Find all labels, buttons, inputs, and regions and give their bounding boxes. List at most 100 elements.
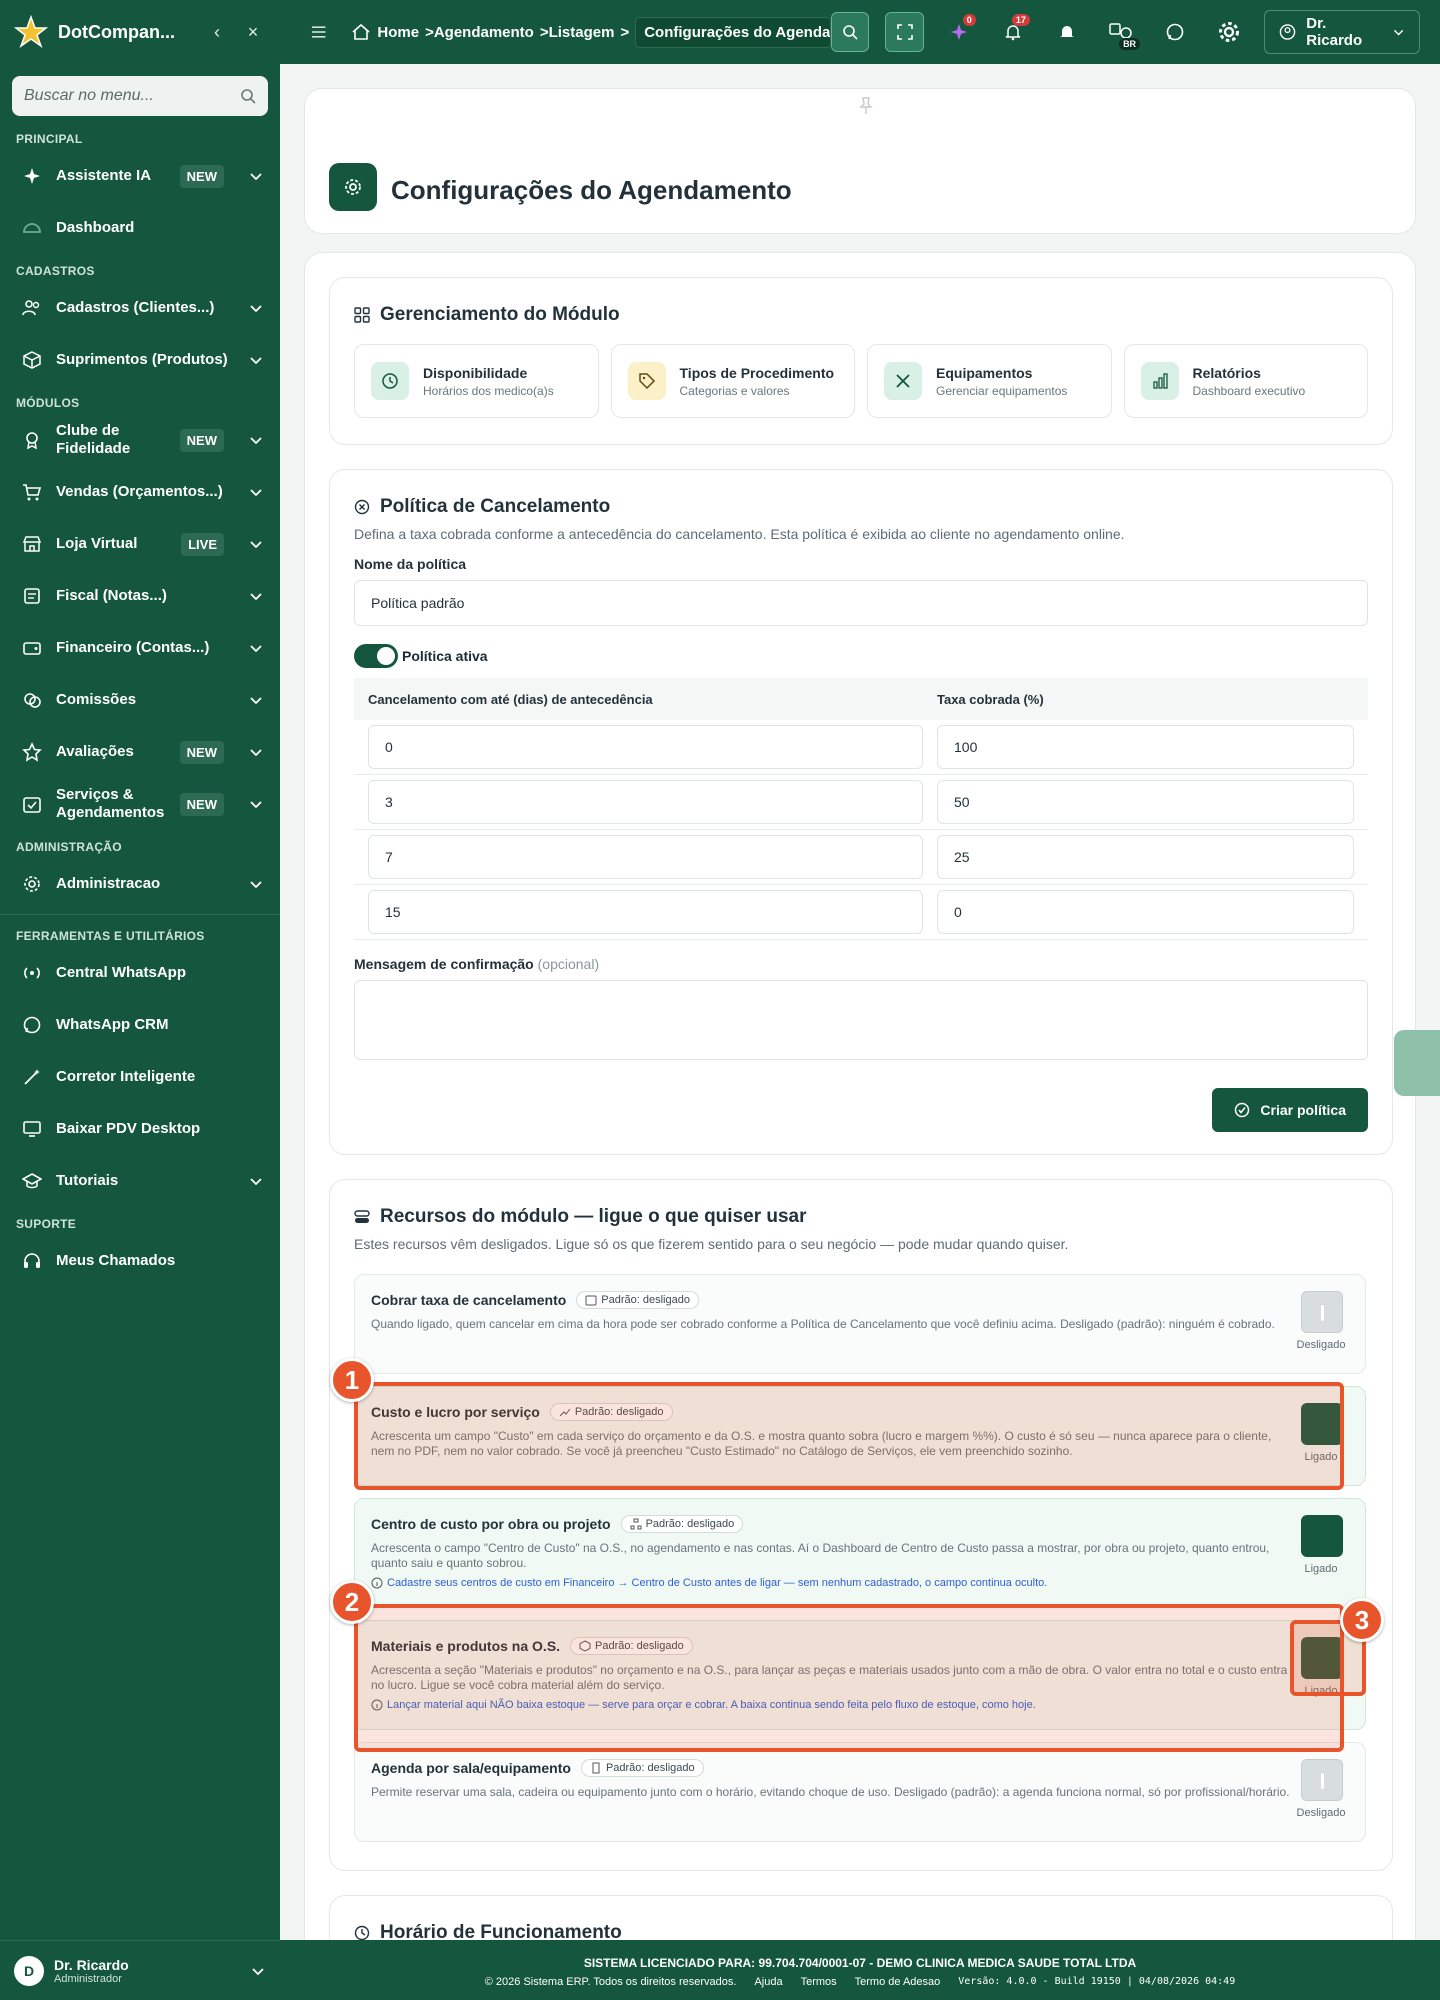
sidebar-item-label: Assistente IA xyxy=(56,167,152,184)
chevron-down-icon xyxy=(250,749,262,757)
sidebar-search-input[interactable]: Buscar no menu... xyxy=(12,76,268,116)
feature-centro-custo: Centro de custo por obra ou projeto Padr… xyxy=(354,1498,1366,1608)
default-pill-text: Padrão: desligado xyxy=(595,1640,684,1652)
footer-link-termo-adesao[interactable]: Termo de Adesao xyxy=(855,1976,941,1988)
footer-link-termos[interactable]: Termos xyxy=(801,1976,837,1988)
fee-input[interactable]: 25 xyxy=(937,835,1354,879)
sidebar-item-fiscal[interactable]: Fiscal (Notas...) xyxy=(0,570,280,622)
days-input[interactable]: 15 xyxy=(368,890,923,934)
alerts-button[interactable] xyxy=(1048,12,1086,52)
section-administracao: ADMINISTRAÇÃO xyxy=(16,840,122,854)
module-card-title: Tipos de Procedimento xyxy=(679,364,835,381)
home-icon[interactable] xyxy=(351,22,371,42)
fee-input[interactable]: 0 xyxy=(937,890,1354,934)
whatsapp-button[interactable] xyxy=(1156,12,1194,52)
sidebar-item-comissoes[interactable]: Comissões xyxy=(0,674,280,726)
notifications-button[interactable]: 17 xyxy=(994,12,1032,52)
module-card-equipamentos[interactable]: Equipamentos Gerenciar equipamentos xyxy=(867,344,1112,418)
whatsapp-icon xyxy=(23,1016,41,1034)
gear-icon xyxy=(24,876,40,892)
sidebar-item-tutoriais[interactable]: Tutoriais xyxy=(0,1155,280,1207)
default-pill-text: Padrão: desligado xyxy=(601,1294,690,1306)
days-input[interactable]: 7 xyxy=(368,835,923,879)
confirmation-message-input[interactable] xyxy=(354,980,1368,1060)
sidebar-user-menu[interactable]: D Dr. Ricardo Administrador xyxy=(0,1940,280,2000)
policy-name-input[interactable]: Política padrão xyxy=(354,580,1368,626)
star-icon xyxy=(22,742,42,762)
feature-title: Centro de custo por obra ou projeto xyxy=(371,1516,611,1532)
sidebar-item-suprimentos[interactable]: Suprimentos (Produtos) xyxy=(0,334,280,386)
cancellation-policy-subtitle: Defina a taxa cobrada conforme a anteced… xyxy=(354,526,1125,542)
side-drawer-tab[interactable] xyxy=(1394,1030,1440,1096)
coins-icon xyxy=(24,693,41,708)
desktop-download-icon xyxy=(23,1121,41,1137)
sidebar-item-label: Administracao xyxy=(56,875,161,892)
sidebar-item-financeiro[interactable]: Financeiro (Contas...) xyxy=(0,622,280,674)
version-info: Versão: 4.0.0 - Build 19150 | 04/08/2026… xyxy=(958,1976,1236,1987)
footer-links: © 2026 Sistema ERP. Todos os direitos re… xyxy=(280,1976,1440,1988)
sidebar-item-central-whatsapp[interactable]: Central WhatsApp xyxy=(0,947,280,999)
policy-active-toggle[interactable] xyxy=(354,644,398,668)
fee-input[interactable]: 50 xyxy=(937,780,1354,824)
sidebar-item-loja[interactable]: Loja Virtual LIVE xyxy=(0,518,280,570)
breadcrumb-home[interactable]: Home xyxy=(377,24,419,41)
settings-button[interactable] xyxy=(1210,12,1248,52)
sidebar-item-assistente[interactable]: Assistente IA NEW xyxy=(0,150,280,202)
optional-hint: (opcional) xyxy=(537,956,600,972)
days-input[interactable]: 0 xyxy=(368,725,923,769)
chevron-down-icon xyxy=(250,541,262,549)
days-input[interactable]: 3 xyxy=(368,780,923,824)
feature-note-text[interactable]: Cadastre seus centros de custo em Financ… xyxy=(387,1577,1047,1589)
feature-toggle[interactable] xyxy=(1301,1515,1343,1557)
breadcrumb-agendamento[interactable]: >Agendamento xyxy=(425,24,534,41)
sidebar-item-whatsapp-crm[interactable]: WhatsApp CRM xyxy=(0,999,280,1051)
default-pill: Padrão: desligado xyxy=(580,1759,704,1777)
module-card-relatorios[interactable]: Relatórios Dashboard executivo xyxy=(1123,344,1368,418)
sidebar-item-vendas[interactable]: Vendas (Orçamentos...) xyxy=(0,466,280,518)
pin-icon[interactable] xyxy=(855,95,877,117)
ai-button[interactable]: 0 xyxy=(940,12,978,52)
feature-toggle[interactable] xyxy=(1301,1403,1343,1445)
create-policy-button[interactable]: Criar política xyxy=(1212,1088,1368,1132)
menu-icon[interactable] xyxy=(310,24,327,40)
module-card-tipos[interactable]: Tipos de Procedimento Categorias e valore… xyxy=(610,344,855,418)
sidebar-item-pdv[interactable]: Baixar PDV Desktop xyxy=(0,1103,280,1155)
sidebar-item-clube[interactable]: Clube de Fidelidade NEW xyxy=(0,414,280,466)
breadcrumb-separator: > xyxy=(620,23,630,41)
gear-icon xyxy=(1219,22,1240,42)
close-icon[interactable]: × xyxy=(240,19,266,45)
default-pill-text: Padrão: desligado xyxy=(605,1762,695,1774)
language-button[interactable]: BR xyxy=(1102,12,1141,52)
sidebar-item-corretor[interactable]: Corretor Inteligente xyxy=(0,1051,280,1103)
chevron-down-icon xyxy=(250,881,262,889)
global-search-button[interactable] xyxy=(831,12,870,52)
fee-input[interactable]: 100 xyxy=(937,725,1354,769)
chevron-down-icon xyxy=(250,489,262,497)
footer-link-ajuda[interactable]: Ajuda xyxy=(754,1976,782,1988)
breadcrumb-listagem[interactable]: >Listagem xyxy=(540,24,615,41)
feature-description: Acrescenta a seção "Materiais e produtos… xyxy=(371,1663,1288,1692)
feature-title: Cobrar taxa de cancelamento xyxy=(371,1292,567,1308)
sidebar-item-administracao[interactable]: Administracao xyxy=(0,858,280,910)
sidebar-item-servicos[interactable]: Serviços & Agendamentos NEW xyxy=(0,778,280,830)
sidebar-item-chamados[interactable]: Meus Chamados xyxy=(0,1235,280,1287)
brand-name: DotCompan... xyxy=(58,21,175,42)
collapse-sidebar-icon[interactable]: ‹ xyxy=(204,19,230,45)
module-card-subtitle: Dashboard executivo xyxy=(1192,383,1306,398)
whatsapp-icon xyxy=(1166,23,1184,41)
license-line: SISTEMA LICENCIADO PARA: 99.704.704/0001… xyxy=(280,1956,1440,1970)
feature-toggle[interactable] xyxy=(1301,1291,1343,1333)
feature-description: Acrescenta o campo "Centro de Custo" na … xyxy=(371,1541,1270,1570)
bell-filled-icon xyxy=(1059,26,1074,37)
module-card-disponibilidade[interactable]: Disponibilidade Horários dos medico(a)s xyxy=(354,344,599,418)
sidebar-item-cadastros[interactable]: Cadastros (Clientes...) xyxy=(0,282,280,334)
feature-state-label: Ligado xyxy=(1304,1563,1338,1575)
fullscreen-button[interactable] xyxy=(885,12,924,52)
feature-toggle[interactable] xyxy=(1301,1637,1343,1679)
sidebar-item-dashboard[interactable]: Dashboard xyxy=(0,202,280,254)
user-menu-button[interactable]: Dr. Ricardo xyxy=(1264,10,1421,54)
sidebar-item-avaliacoes[interactable]: Avaliações NEW xyxy=(0,726,280,778)
sidebar-item-label: Fiscal (Notas...) xyxy=(56,587,167,604)
module-card-title: Disponibilidade xyxy=(423,364,528,381)
feature-toggle[interactable] xyxy=(1301,1759,1343,1801)
